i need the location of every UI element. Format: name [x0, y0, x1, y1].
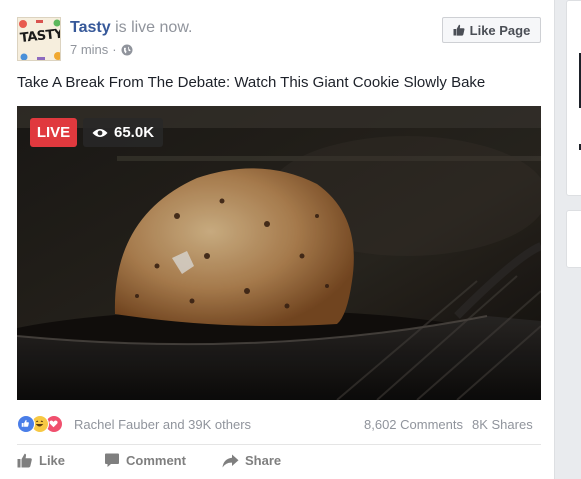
share-icon — [222, 454, 239, 467]
like-page-label: Like Page — [469, 22, 531, 38]
comment-label: Comment — [126, 453, 186, 468]
like-reaction-icon — [17, 415, 35, 433]
reaction-icons[interactable] — [17, 415, 73, 433]
like-button[interactable]: Like — [17, 453, 65, 468]
engagement-summary: Rachel Fauber and 39K others 8,602 Comme… — [17, 414, 541, 434]
right-column-card — [566, 210, 581, 268]
thumbs-up-icon — [453, 24, 465, 36]
share-button[interactable]: Share — [222, 453, 281, 468]
reactors-link[interactable]: Rachel Fauber and 39K others — [74, 417, 251, 432]
comment-button[interactable]: Comment — [104, 453, 186, 468]
action-divider — [17, 444, 541, 445]
like-label: Like — [39, 453, 66, 468]
globe-icon[interactable] — [121, 44, 133, 56]
post-actions: Like Comment Share — [17, 453, 541, 473]
news-feed-post: TASTY Tasty is live now. 7 mins · Like P… — [0, 0, 555, 479]
eye-icon — [92, 128, 108, 137]
thumbs-up-icon — [17, 453, 32, 468]
post-meta: 7 mins · — [70, 42, 133, 57]
author-name-link[interactable]: Tasty — [70, 19, 111, 36]
post-header: Tasty is live now. — [70, 19, 192, 37]
comments-count-link[interactable]: 8,602 Comments — [364, 417, 463, 432]
page-avatar[interactable]: TASTY — [17, 17, 61, 61]
author-status: is live now. — [115, 19, 193, 36]
live-video-player[interactable]: LIVE 65.0K — [17, 106, 541, 400]
meta-separator: · — [112, 42, 117, 57]
video-frame — [17, 106, 541, 400]
shares-count-link[interactable]: 8K Shares — [472, 417, 533, 432]
right-column-card — [566, 0, 581, 196]
like-page-button[interactable]: Like Page — [442, 17, 541, 43]
live-badge: LIVE — [30, 118, 77, 147]
post-timestamp[interactable]: 7 mins — [70, 42, 108, 57]
share-label: Share — [245, 453, 282, 468]
viewer-count: 65.0K — [114, 124, 155, 141]
post-message: Take A Break From The Debate: Watch This… — [17, 74, 486, 91]
comment-icon — [105, 453, 119, 467]
viewer-count-badge: 65.0K — [83, 118, 164, 147]
